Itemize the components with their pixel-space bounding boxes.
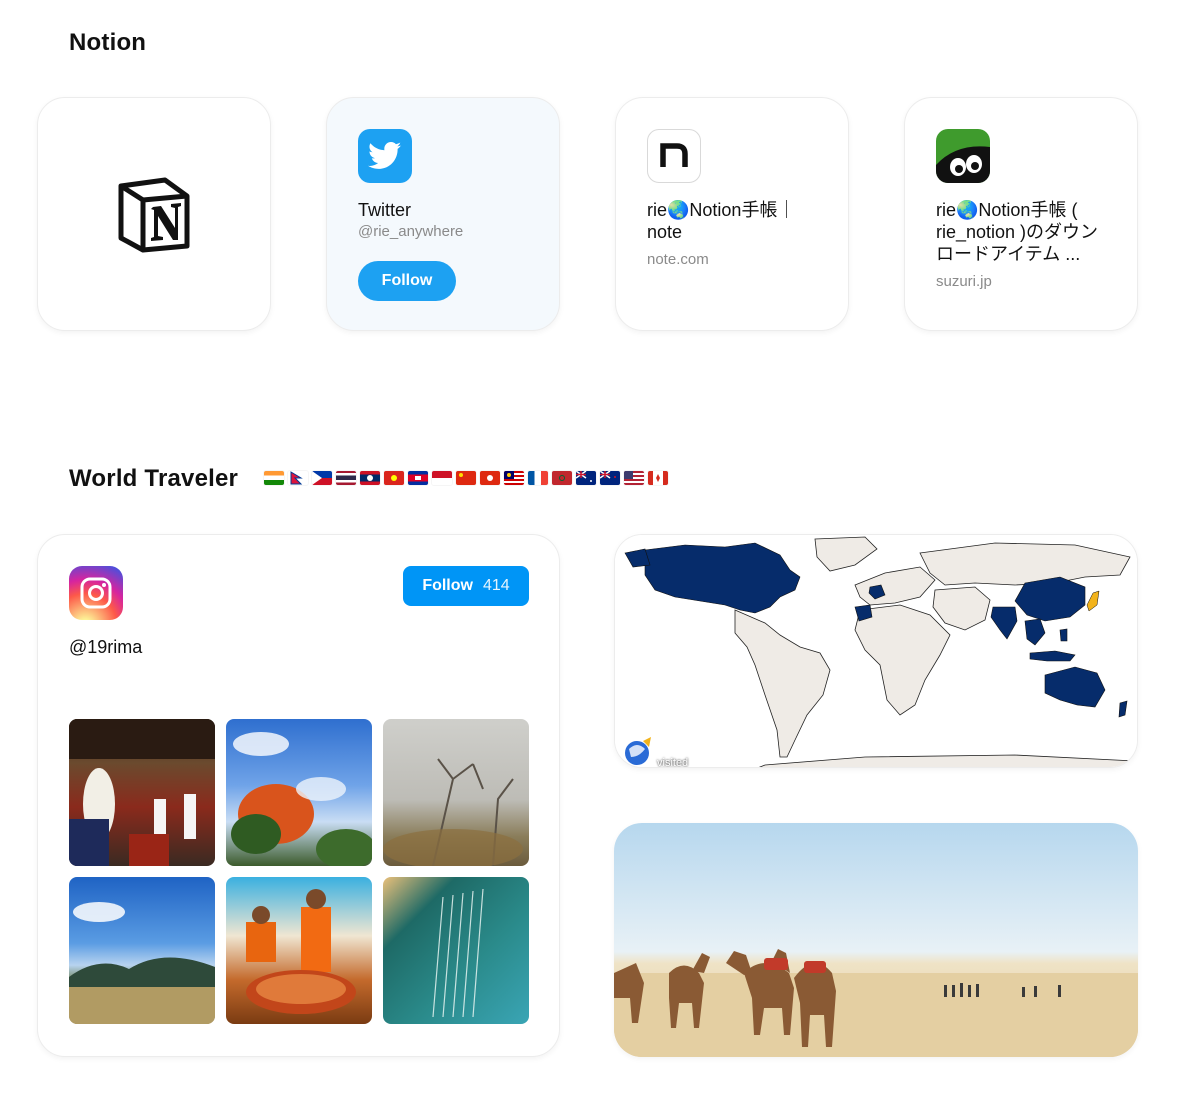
note-logo-icon xyxy=(647,129,701,183)
thailand-flag-icon xyxy=(336,471,356,485)
restaurant-photo[interactable] xyxy=(69,719,215,866)
mountain-field-photo[interactable] xyxy=(69,877,215,1024)
section-title-world-traveler: World Traveler xyxy=(69,465,239,492)
instagram-photo-grid xyxy=(69,719,529,1024)
instagram-follow-button[interactable]: Follow 414 xyxy=(403,566,529,606)
notion-card[interactable] xyxy=(37,97,271,331)
france-flag-icon xyxy=(528,471,548,485)
instagram-icon[interactable] xyxy=(69,566,123,620)
twitter-bird-icon xyxy=(358,129,412,183)
instagram-card: @19rima Follow 414 xyxy=(37,534,560,1057)
note-title: rie🌏Notion手帳｜note xyxy=(647,200,796,242)
suzuri-title: rie🌏Notion手帳 ( rie_notion )のダウンロードアイテム .… xyxy=(936,200,1099,264)
twitter-follow-button[interactable]: Follow xyxy=(358,261,456,301)
street-food-photo[interactable] xyxy=(226,877,372,1024)
follower-count: 414 xyxy=(482,577,510,594)
cambodia-flag-icon xyxy=(408,471,428,485)
map-legend-label: visited xyxy=(657,757,689,768)
hong-kong-flag-icon xyxy=(480,471,500,485)
book-page-photo[interactable] xyxy=(383,877,529,1024)
camel-desert-image-icon xyxy=(614,823,1138,1057)
new-zealand-flag-icon xyxy=(600,471,620,485)
usa-flag-icon xyxy=(624,471,644,485)
suzuri-card[interactable]: rie🌏Notion手帳 ( rie_notion )のダウンロードアイテム .… xyxy=(904,97,1138,331)
visited-countries-map[interactable]: visited xyxy=(614,534,1138,768)
china-flag-icon xyxy=(456,471,476,485)
camel-desert-photo[interactable] xyxy=(614,823,1138,1057)
philippines-flag-icon xyxy=(312,471,332,485)
country-flags xyxy=(264,471,668,485)
nepal-flag-icon xyxy=(288,471,308,485)
australia-flag-icon xyxy=(576,471,596,485)
laos-flag-icon xyxy=(360,471,380,485)
malaysia-flag-icon xyxy=(504,471,524,485)
morocco-flag-icon xyxy=(552,471,572,485)
follow-label: Follow xyxy=(422,577,473,594)
autumn-tree-photo[interactable] xyxy=(226,719,372,866)
suzuri-domain: suzuri.jp xyxy=(936,273,992,290)
note-domain: note.com xyxy=(647,251,709,268)
twitter-card[interactable]: Twitter @rie_anywhere Follow xyxy=(326,97,560,331)
india-flag-icon xyxy=(264,471,284,485)
note-card[interactable]: rie🌏Notion手帳｜note note.com xyxy=(615,97,849,331)
notion-logo-icon xyxy=(118,177,190,253)
canada-flag-icon xyxy=(648,471,668,485)
twitter-name: Twitter xyxy=(358,200,412,220)
vietnam-flag-icon xyxy=(384,471,404,485)
section-title-notion: Notion xyxy=(69,29,147,56)
twitter-handle: @rie_anywhere xyxy=(358,223,464,240)
foggy-forest-photo[interactable] xyxy=(383,719,529,866)
instagram-handle[interactable]: @19rima xyxy=(69,637,142,658)
suzuri-logo-icon xyxy=(936,129,990,183)
indonesia-flag-icon xyxy=(432,471,452,485)
world-map-icon xyxy=(615,535,1137,767)
